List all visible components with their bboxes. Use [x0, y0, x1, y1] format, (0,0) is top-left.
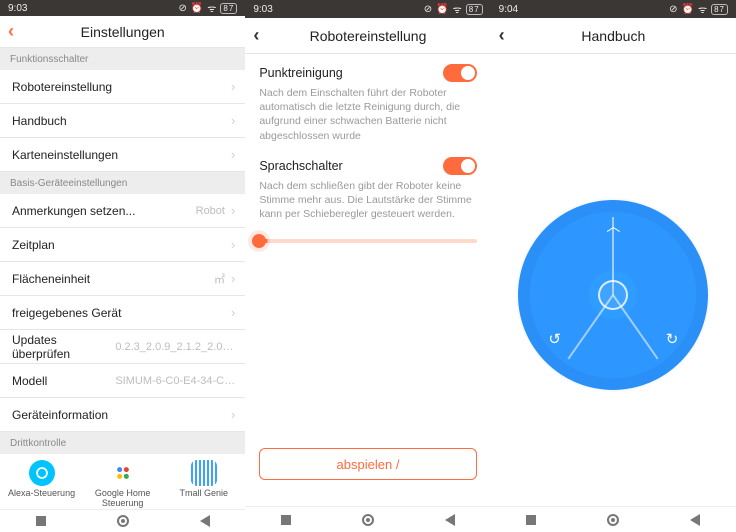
play-button[interactable]: abspielen /: [259, 448, 476, 480]
section-third: Drittkontrolle: [0, 432, 245, 454]
page-title: Handbuch: [581, 28, 645, 44]
chevron-right-icon: ›: [231, 407, 235, 422]
battery-icon: 87: [220, 3, 237, 14]
direction-joystick[interactable]: ︿ ↺ ↻: [518, 200, 708, 390]
android-navbar: [245, 506, 490, 532]
android-navbar: [491, 506, 736, 532]
voice-switch-desc: Nach dem schließen gibt der Roboter kein…: [259, 179, 476, 222]
thirdparty-tmall[interactable]: Tmall Genie: [166, 460, 241, 508]
battery-icon: 87: [466, 4, 483, 15]
row-robot-settings[interactable]: Robotereinstellung ›: [0, 70, 245, 104]
row-manual[interactable]: Handbuch ›: [0, 104, 245, 138]
nav-home-icon[interactable]: [362, 514, 374, 526]
status-bar: 9:03 ⊘ ⏰ ᯤ 87: [0, 0, 245, 16]
row-schedule[interactable]: Zeitplan ›: [0, 228, 245, 262]
screen-manual: 9:04 ⊘ ⏰ ᯤ 87 ‹ Handbuch ︿ ↺ ↻: [491, 0, 736, 532]
spot-cleaning-toggle[interactable]: [443, 64, 477, 82]
joystick-center-icon[interactable]: [598, 280, 628, 310]
back-button[interactable]: ‹: [499, 18, 505, 53]
status-bar: 9:04 ⊘ ⏰ ᯤ 87: [491, 0, 736, 18]
header: ‹ Einstellungen: [0, 16, 245, 48]
back-button[interactable]: ‹: [8, 16, 14, 47]
nav-back-icon[interactable]: [690, 514, 700, 526]
nav-back-icon[interactable]: [445, 514, 455, 526]
thirdparty-google-home[interactable]: Google Home Steuerung: [85, 460, 160, 508]
screen-robot-settings: 9:03 ⊘ ⏰ ᯤ 87 ‹ Robotereinstellung Punkt…: [245, 0, 490, 532]
page-title: Einstellungen: [81, 24, 165, 40]
nav-home-icon[interactable]: [607, 514, 619, 526]
row-remarks[interactable]: Anmerkungen setzen... Robot ›: [0, 194, 245, 228]
chevron-right-icon: ›: [231, 113, 235, 128]
wifi-icon: ᯤ: [698, 2, 708, 16]
joystick-rotate-left-icon[interactable]: ↺: [548, 330, 561, 348]
chevron-right-icon: ›: [231, 237, 235, 252]
section-func: Funktionsschalter: [0, 48, 245, 70]
status-time: 9:03: [253, 4, 272, 15]
battery-icon: 87: [711, 4, 728, 15]
joystick-up-icon[interactable]: ︿: [606, 216, 620, 236]
chevron-right-icon: ›: [231, 271, 235, 286]
nav-recents-icon[interactable]: [281, 515, 291, 525]
wifi-icon: ᯤ: [453, 2, 463, 16]
chevron-right-icon: ›: [231, 203, 235, 218]
alexa-icon: [29, 460, 55, 486]
android-navbar: [0, 509, 245, 532]
row-shared-device[interactable]: freigegebenes Gerät ›: [0, 296, 245, 330]
volume-slider[interactable]: [259, 239, 476, 243]
voice-switch-label: Sprachschalter: [259, 159, 342, 173]
dnd-icon: ⊘: [424, 4, 433, 15]
row-map-settings[interactable]: Karteneinstellungen ›: [0, 138, 245, 172]
row-device-info[interactable]: Geräteinformation ›: [0, 398, 245, 432]
tmall-genie-icon: [191, 460, 217, 486]
row-area-unit[interactable]: Flächeneinheit ㎡ ›: [0, 262, 245, 296]
status-time: 9:03: [8, 3, 27, 14]
alarm-icon: ⏰: [436, 4, 449, 15]
alarm-icon: ⏰: [191, 3, 204, 14]
header: ‹ Robotereinstellung: [245, 18, 490, 54]
row-updates[interactable]: Updates überprüfen 0.2.3_2.0.9_2.1.2_2.0…: [0, 330, 245, 364]
thirdparty-alexa[interactable]: Alexa-Steuerung: [4, 460, 79, 508]
chevron-right-icon: ›: [231, 79, 235, 94]
status-bar: 9:03 ⊘ ⏰ ᯤ 87: [245, 0, 490, 18]
spot-cleaning-label: Punktreinigung: [259, 66, 342, 80]
wifi-icon: ᯤ: [207, 1, 217, 15]
nav-back-icon[interactable]: [200, 515, 210, 527]
nav-home-icon[interactable]: [117, 515, 129, 527]
chevron-right-icon: ›: [231, 305, 235, 320]
google-home-icon: [110, 460, 136, 486]
nav-recents-icon[interactable]: [526, 515, 536, 525]
dnd-icon: ⊘: [178, 3, 187, 14]
section-basis: Basis-Geräteeinstellungen: [0, 172, 245, 194]
voice-switch-toggle[interactable]: [443, 157, 477, 175]
joystick-rotate-right-icon[interactable]: ↻: [666, 330, 679, 348]
back-button[interactable]: ‹: [253, 18, 259, 53]
slider-thumb-icon[interactable]: [252, 234, 266, 248]
dnd-icon: ⊘: [669, 4, 678, 15]
alarm-icon: ⏰: [681, 4, 694, 15]
spot-cleaning-desc: Nach dem Einschalten führt der Roboter a…: [259, 86, 476, 143]
row-model[interactable]: Modell SIMUM-6-C0-E4-34-C3-B4-DB: [0, 364, 245, 398]
chevron-right-icon: ›: [231, 147, 235, 162]
header: ‹ Handbuch: [491, 18, 736, 54]
status-time: 9:04: [499, 4, 518, 15]
nav-recents-icon[interactable]: [36, 516, 46, 526]
screen-settings: 9:03 ⊘ ⏰ ᯤ 87 ‹ Einstellungen Funktionss…: [0, 0, 245, 532]
page-title: Robotereinstellung: [310, 28, 427, 44]
